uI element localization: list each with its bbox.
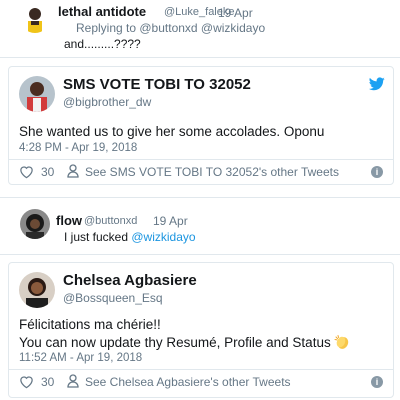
- author-name[interactable]: SMS VOTE TOBI TO 32052: [63, 76, 251, 93]
- divider: [9, 369, 393, 370]
- author-handle[interactable]: @Bossqueen_Esq: [63, 291, 163, 305]
- heart-icon[interactable]: [19, 375, 34, 389]
- info-icon[interactable]: i: [371, 376, 383, 388]
- divider: [0, 197, 400, 198]
- avatar[interactable]: [20, 3, 50, 33]
- tweet-time[interactable]: 19 Apr: [218, 6, 253, 20]
- tweet-actions: 30 See SMS VOTE TOBI TO 32052's other Tw…: [19, 162, 383, 182]
- mention-link[interactable]: @wizkidayo: [131, 230, 195, 244]
- tweet-text-prefix: I just fucked: [64, 230, 132, 244]
- author-name[interactable]: flow: [56, 213, 82, 228]
- author-handle[interactable]: @bigbrother_dw: [63, 95, 151, 109]
- divider: [9, 159, 393, 160]
- avatar[interactable]: [19, 272, 55, 308]
- see-other-tweets-link[interactable]: See Chelsea Agbasiere's other Tweets: [85, 375, 291, 389]
- tweet-time[interactable]: 19 Apr: [153, 214, 188, 228]
- author-name[interactable]: lethal antidote: [58, 4, 146, 19]
- embedded-tweet-card[interactable]: SMS VOTE TOBI TO 32052 @bigbrother_dw Sh…: [8, 66, 394, 185]
- twitter-bird-icon[interactable]: [369, 77, 385, 91]
- person-icon: [67, 374, 79, 388]
- divider: [0, 254, 400, 255]
- like-count: 30: [41, 375, 55, 389]
- tweet-text-line-2-text: You can now update thy Resumé, Profile a…: [19, 335, 331, 350]
- divider: [0, 57, 400, 58]
- author-name[interactable]: Chelsea Agbasiere: [63, 272, 197, 289]
- avatar[interactable]: [19, 76, 55, 112]
- reply-tweet: lethal antidote @Luke_faleke 19 Apr Repl…: [0, 0, 400, 52]
- reply-tweet: flow @buttonxd 19 Apr I just fucked @wiz…: [0, 205, 400, 250]
- heart-icon[interactable]: [19, 165, 34, 179]
- person-icon: [67, 164, 79, 178]
- avatar[interactable]: [20, 209, 50, 239]
- tweet-text: and.........????: [64, 37, 141, 51]
- replying-to: Replying to @buttonxd @wizkidayo: [76, 21, 266, 35]
- like-count: 30: [41, 165, 55, 179]
- tweet-text-line-1: Félicitations ma chérie!!: [19, 317, 161, 332]
- tweet-text-line-2: You can now update thy Resumé, Profile a…: [19, 333, 350, 352]
- info-icon[interactable]: i: [371, 166, 383, 178]
- tweet-timestamp[interactable]: 4:28 PM - Apr 19, 2018: [19, 142, 137, 154]
- tweet-text: I just fucked @wizkidayo: [64, 230, 196, 244]
- tweet-actions: 30 See Chelsea Agbasiere's other Tweets …: [19, 372, 383, 392]
- author-handle[interactable]: @buttonxd: [84, 215, 137, 227]
- clapping-hands-emoji: [334, 335, 348, 349]
- see-other-tweets-link[interactable]: See SMS VOTE TOBI TO 32052's other Tweet…: [85, 165, 339, 179]
- tweet-text: She wanted us to give her some accolades…: [19, 124, 325, 139]
- embedded-tweet-card[interactable]: Chelsea Agbasiere @Bossqueen_Esq Félicit…: [8, 262, 394, 398]
- tweet-timestamp[interactable]: 11:52 AM - Apr 19, 2018: [19, 352, 142, 364]
